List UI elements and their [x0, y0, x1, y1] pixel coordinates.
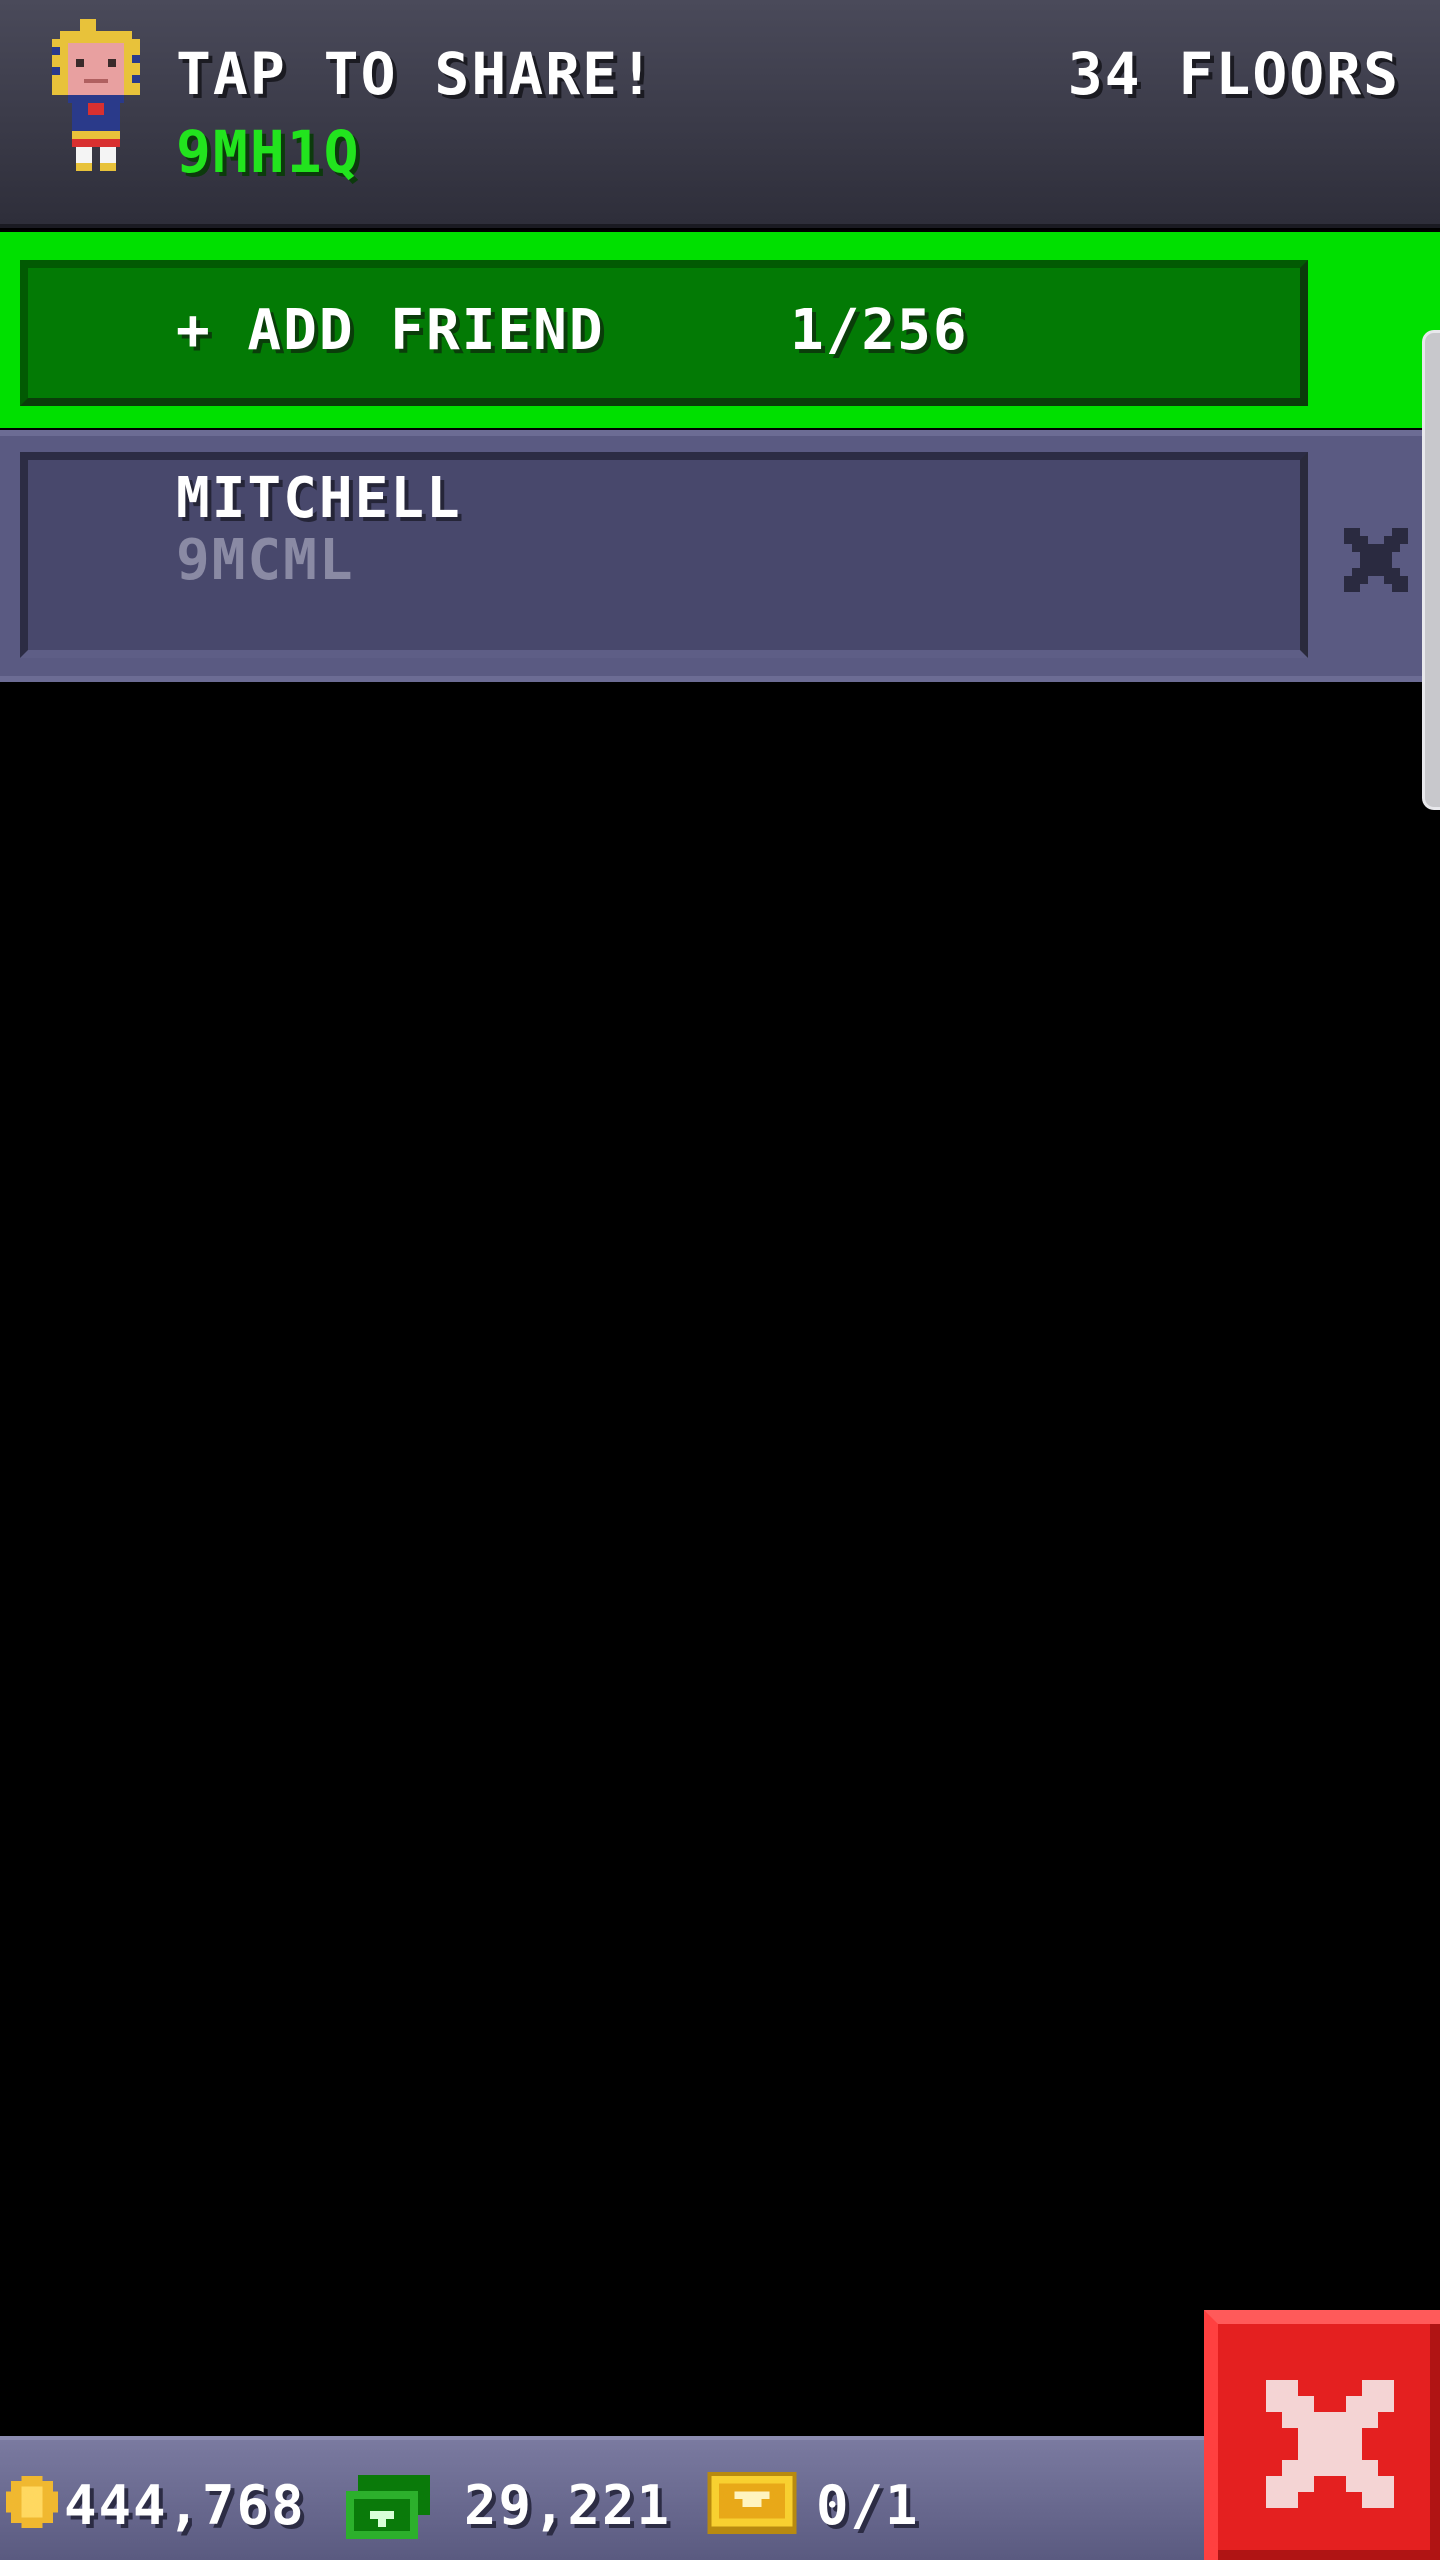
player-code: 9MH1Q — [176, 118, 361, 186]
side-scroll-tab[interactable] — [1422, 330, 1440, 810]
friend-name: MITCHELL — [176, 466, 462, 531]
tap-to-share-label[interactable]: TAP TO SHARE! — [176, 40, 656, 108]
close-icon[interactable] — [1266, 2380, 1394, 2508]
vip-ticket-icon — [707, 2472, 797, 2534]
coins-amount: 444,768 — [64, 2474, 306, 2537]
pharaoh-avatar-icon — [52, 19, 140, 171]
friend-count: 1/256 — [790, 298, 969, 363]
share-header[interactable]: TAP TO SHARE! 9MH1Q 34 FLOORS — [0, 0, 1440, 228]
bux-banknote-icon — [346, 2475, 430, 2539]
friend-code: 9MCML — [176, 528, 355, 593]
vip-tickets-amount: 0/1 — [816, 2474, 920, 2537]
floors-count: 34 FLOORS — [1067, 40, 1400, 108]
remove-friend-close-icon[interactable] — [1344, 528, 1408, 592]
coin-icon — [6, 2476, 58, 2528]
bux-amount: 29,221 — [464, 2474, 672, 2537]
add-friend-label[interactable]: + ADD FRIEND — [176, 298, 605, 363]
